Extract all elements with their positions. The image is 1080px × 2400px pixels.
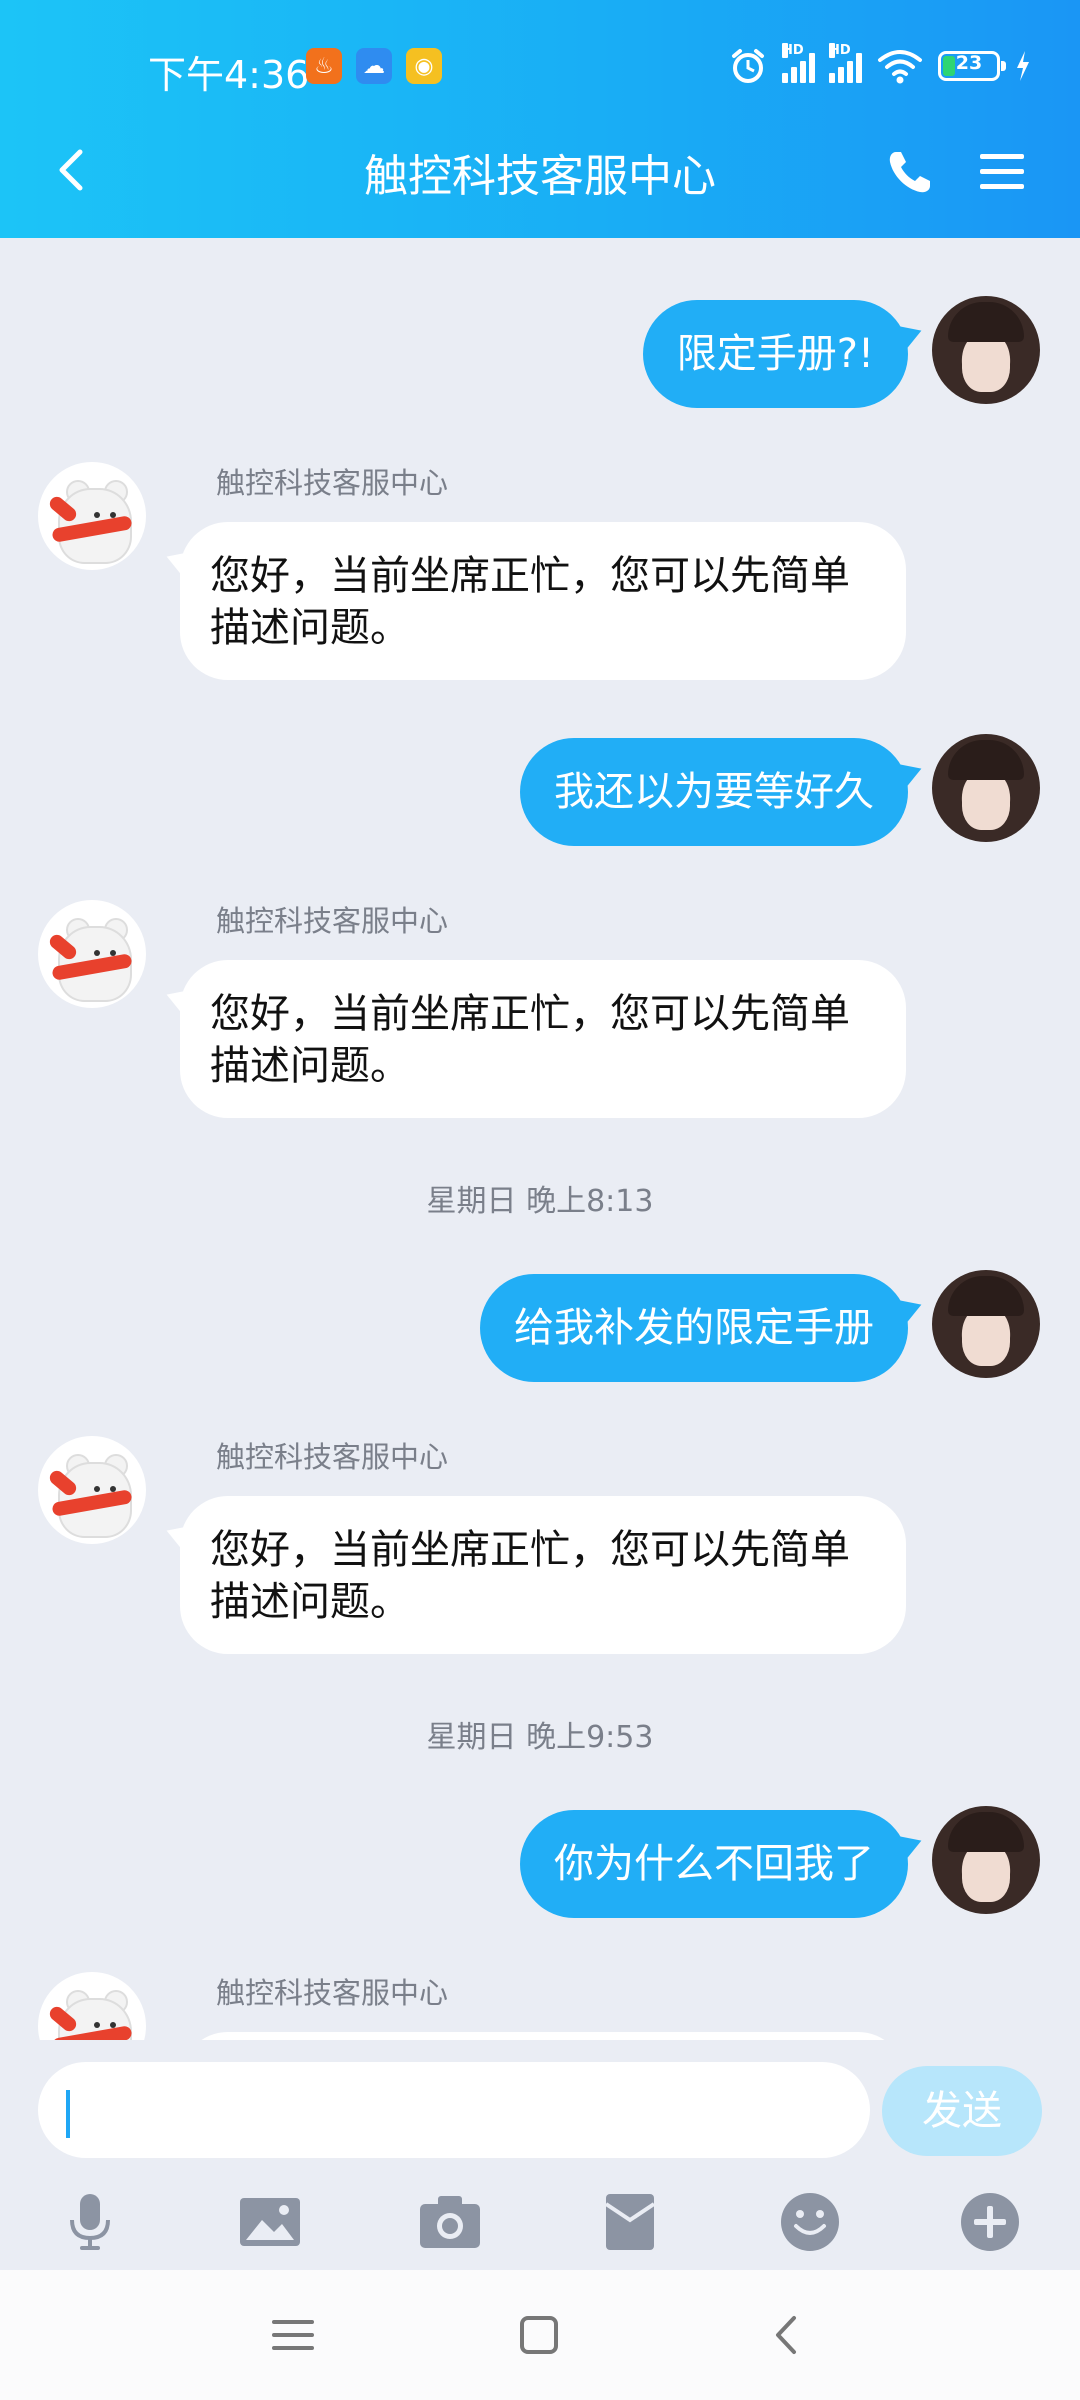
incoming-bubble[interactable] [180,2032,906,2040]
home-icon[interactable] [514,2310,564,2360]
camera-icon[interactable] [418,2190,482,2254]
incoming-bubble[interactable]: 您好，当前坐席正忙，您可以先简单描述问题。 [180,1496,906,1654]
cloud-icon: ☁ [356,48,392,84]
status-indicators: HD HD 23 [728,43,1032,86]
composer-area: 发送 [0,2040,1080,2270]
signal-2-icon: HD [829,43,862,83]
sender-name: 触控科技客服中心 [216,466,449,500]
phone-icon[interactable] [884,146,936,198]
message-list[interactable]: 限定手册?! 触控科技客服中心 您好，当前坐席正忙，您可以先简单描述问题。 我还… [0,238,1080,2040]
signal-1-icon: HD [782,43,815,83]
status-app-icons: ♨ ☁ ◉ [306,48,442,84]
menu-icon[interactable] [976,146,1028,198]
plus-icon[interactable] [958,2190,1022,2254]
outgoing-bubble[interactable]: 我还以为要等好久 [520,738,908,846]
sender-name: 触控科技客服中心 [216,904,449,938]
nav-back-icon[interactable] [762,2310,812,2360]
alarm-icon [732,49,764,83]
my-avatar[interactable] [932,734,1040,842]
message-input[interactable] [38,2062,870,2158]
bot-avatar[interactable] [38,900,146,1008]
timestamp: 星期日 晚上8:13 [426,1184,654,1219]
system-nav-bar [0,2270,1080,2400]
battery-icon: 23 [938,51,1006,81]
timestamp: 星期日 晚上9:53 [426,1720,654,1755]
incoming-bubble[interactable]: 您好，当前坐席正忙，您可以先简单描述问题。 [180,522,906,680]
my-avatar[interactable] [932,1270,1040,1378]
my-avatar[interactable] [932,296,1040,404]
outgoing-bubble[interactable]: 限定手册?! [642,300,908,408]
bot-avatar[interactable] [38,1972,146,2040]
uc-browser-icon: ♨ [306,48,342,84]
charging-icon [1017,51,1029,81]
bot-avatar[interactable] [38,1436,146,1544]
sender-name: 触控科技客服中心 [216,1976,449,2010]
incoming-bubble[interactable]: 您好，当前坐席正忙，您可以先简单描述问题。 [180,960,906,1118]
text-caret [66,2090,70,2138]
input-toolbar [0,2190,1080,2260]
outgoing-bubble[interactable]: 你为什么不回我了 [520,1810,908,1918]
recent-apps-icon[interactable] [268,2310,318,2360]
bot-avatar[interactable] [38,462,146,570]
emoji-icon[interactable] [778,2190,842,2254]
battery-level: 23 [955,52,983,74]
red-packet-icon[interactable] [598,2190,662,2254]
my-avatar[interactable] [932,1806,1040,1914]
weibo-icon: ◉ [406,48,442,84]
wifi-icon [878,50,922,84]
status-time: 下午4:36 [148,53,310,97]
outgoing-bubble[interactable]: 给我补发的限定手册 [480,1274,908,1382]
header-bar: 下午4:36 ♨ ☁ ◉ HD HD 23 触控科技客服中心 [0,0,1080,238]
sender-name: 触控科技客服中心 [216,1440,449,1474]
send-button[interactable]: 发送 [882,2066,1042,2156]
image-icon[interactable] [238,2190,302,2254]
microphone-icon[interactable] [58,2190,122,2254]
